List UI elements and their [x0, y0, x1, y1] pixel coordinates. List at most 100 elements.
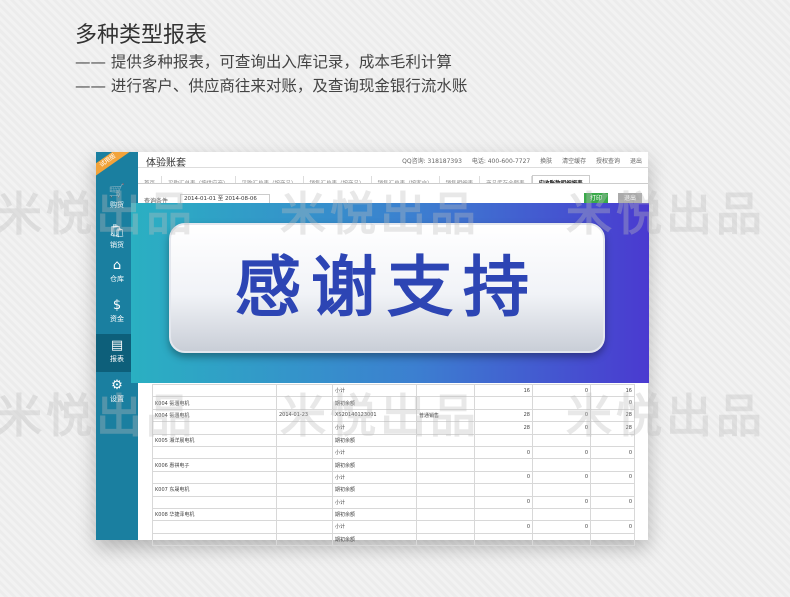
- table-cell: [276, 445, 333, 460]
- license-link[interactable]: 授权查询: [596, 158, 620, 165]
- table-cell: 16: [590, 383, 635, 398]
- table-cell: [416, 520, 475, 534]
- table-row: 小计 28 0 28: [152, 421, 635, 435]
- top-links: QQ咨询: 318187393 电话: 400-600-7727 换肤 清空缓存…: [394, 156, 642, 165]
- table-cell: 0: [532, 445, 591, 460]
- trial-badge: 试用版: [96, 152, 133, 181]
- table-row: 期初余额: [152, 532, 635, 547]
- table-cell: K007 东晟电机: [152, 483, 277, 497]
- table-cell: [152, 445, 277, 460]
- table-cell: [276, 507, 333, 522]
- table-cell: [416, 483, 475, 497]
- tab-receivable-detail[interactable]: 应收账款明细报表: [531, 175, 590, 183]
- table-cell: [276, 483, 333, 497]
- tab-stock-balance[interactable]: 商品库存余额表: [480, 176, 532, 183]
- table-cell: 0: [474, 470, 533, 485]
- table-row: K008 华捷泽电机 期初余额: [152, 507, 635, 522]
- tab-home[interactable]: 首页: [138, 176, 163, 183]
- table-cell: 期初余额: [332, 458, 417, 472]
- table-cell: K004 氨涠电机: [152, 396, 277, 410]
- table-cell: [532, 532, 591, 547]
- table-row: 小计 0 0 0: [152, 495, 635, 509]
- table-row: 小计 0 0 0: [152, 470, 635, 485]
- table-cell: K006 惠祺电子: [152, 458, 277, 472]
- table-cell: K004 氨涠电机: [152, 408, 277, 423]
- table-cell: [532, 396, 591, 410]
- thanks-plate: 感谢支持: [169, 223, 605, 353]
- table-cell: 期初余额: [332, 507, 417, 522]
- table-cell: 28: [474, 408, 533, 423]
- qq-contact[interactable]: QQ咨询: 318187393: [402, 158, 462, 165]
- table-cell: [276, 470, 333, 485]
- tab-sales-detail[interactable]: 销售明细表: [440, 176, 481, 183]
- table-cell: [276, 383, 333, 398]
- table-cell: [590, 532, 635, 547]
- table-cell: [276, 433, 333, 447]
- table-cell: [532, 433, 591, 447]
- table-cell: 期初余额: [332, 433, 417, 447]
- table-row: K005 湘洋晨电机 期初余额: [152, 433, 635, 447]
- table-cell: 普通销售: [416, 408, 475, 423]
- table-cell: [416, 495, 475, 509]
- table-cell: 2014-01-23: [276, 408, 333, 423]
- phone-contact: 电话: 400-600-7727: [471, 158, 531, 165]
- table-cell: [590, 433, 635, 447]
- table-cell: [416, 458, 475, 472]
- table-cell: [152, 495, 277, 509]
- clear-cache-link[interactable]: 清空缓存: [562, 158, 586, 165]
- tab-sales-by-product[interactable]: 销售汇总表（按商品）: [304, 176, 372, 183]
- table-cell: [474, 483, 533, 497]
- table-cell: K008 华捷泽电机: [152, 507, 277, 522]
- table-cell: K005 湘洋晨电机: [152, 433, 277, 447]
- table-cell: 0: [532, 495, 591, 509]
- table-cell: [532, 458, 591, 472]
- table-cell: [416, 421, 475, 435]
- table-cell: 0: [590, 495, 635, 509]
- table-row: 小计 0 0 0: [152, 445, 635, 460]
- table-cell: [532, 507, 591, 522]
- skin-link[interactable]: 换肤: [540, 158, 552, 165]
- table-cell: XS20140123001: [332, 408, 417, 423]
- table-cell: 28: [474, 421, 533, 435]
- tab-sales-by-customer[interactable]: 销售汇总表（按客户）: [372, 176, 440, 183]
- table-cell: 0: [532, 421, 591, 435]
- thanks-banner: 感谢支持: [131, 203, 649, 383]
- table-cell: [276, 421, 333, 435]
- thanks-text: 感谢支持: [235, 249, 539, 326]
- shopping-basket-icon: 🛒: [108, 184, 126, 199]
- table-cell: [416, 445, 475, 460]
- table-cell: [152, 520, 277, 534]
- table-cell: 0: [590, 520, 635, 534]
- table-cell: [152, 532, 277, 547]
- tab-purchase-by-supplier[interactable]: 采购汇总表（按供应商）: [162, 176, 236, 183]
- table-cell: [416, 532, 475, 547]
- table-cell: [590, 458, 635, 472]
- table-cell: 0: [474, 495, 533, 509]
- table-row: K006 惠祺电子 期初余额: [152, 458, 635, 472]
- table-cell: 小计: [332, 470, 417, 485]
- table-cell: 小计: [332, 383, 417, 398]
- table-cell: 0: [474, 520, 533, 534]
- table-row: K007 东晟电机 期初余额: [152, 483, 635, 497]
- table-cell: [416, 507, 475, 522]
- headline: 多种类型报表: [75, 23, 208, 48]
- table-cell: 期初余额: [332, 396, 417, 410]
- report-table: 小计 16 0 16 K004 氨涠电机 期初余额 0 K004 氨涠电机 2014-01-23…: [152, 383, 635, 547]
- table-cell: 小计: [332, 495, 417, 509]
- table-cell: [532, 483, 591, 497]
- tab-purchase-by-product[interactable]: 采购汇总表（按商品）: [236, 176, 304, 183]
- logout-link[interactable]: 退出: [630, 158, 642, 165]
- table-cell: 小计: [332, 421, 417, 435]
- sidebar-item-label: 设置: [110, 395, 124, 403]
- table-cell: [276, 396, 333, 410]
- table-cell: 16: [474, 383, 533, 398]
- table-cell: [276, 495, 333, 509]
- app-topbar: 体验账套 QQ咨询: 318187393 电话: 400-600-7727 换肤…: [138, 152, 648, 169]
- table-row: K004 氨涠电机 期初余额 0: [152, 396, 635, 410]
- table-cell: 小计: [332, 445, 417, 460]
- table-cell: [474, 396, 533, 410]
- table-cell: 小计: [332, 520, 417, 534]
- table-cell: [276, 458, 333, 472]
- table-cell: [416, 396, 475, 410]
- table-cell: 0: [474, 445, 533, 460]
